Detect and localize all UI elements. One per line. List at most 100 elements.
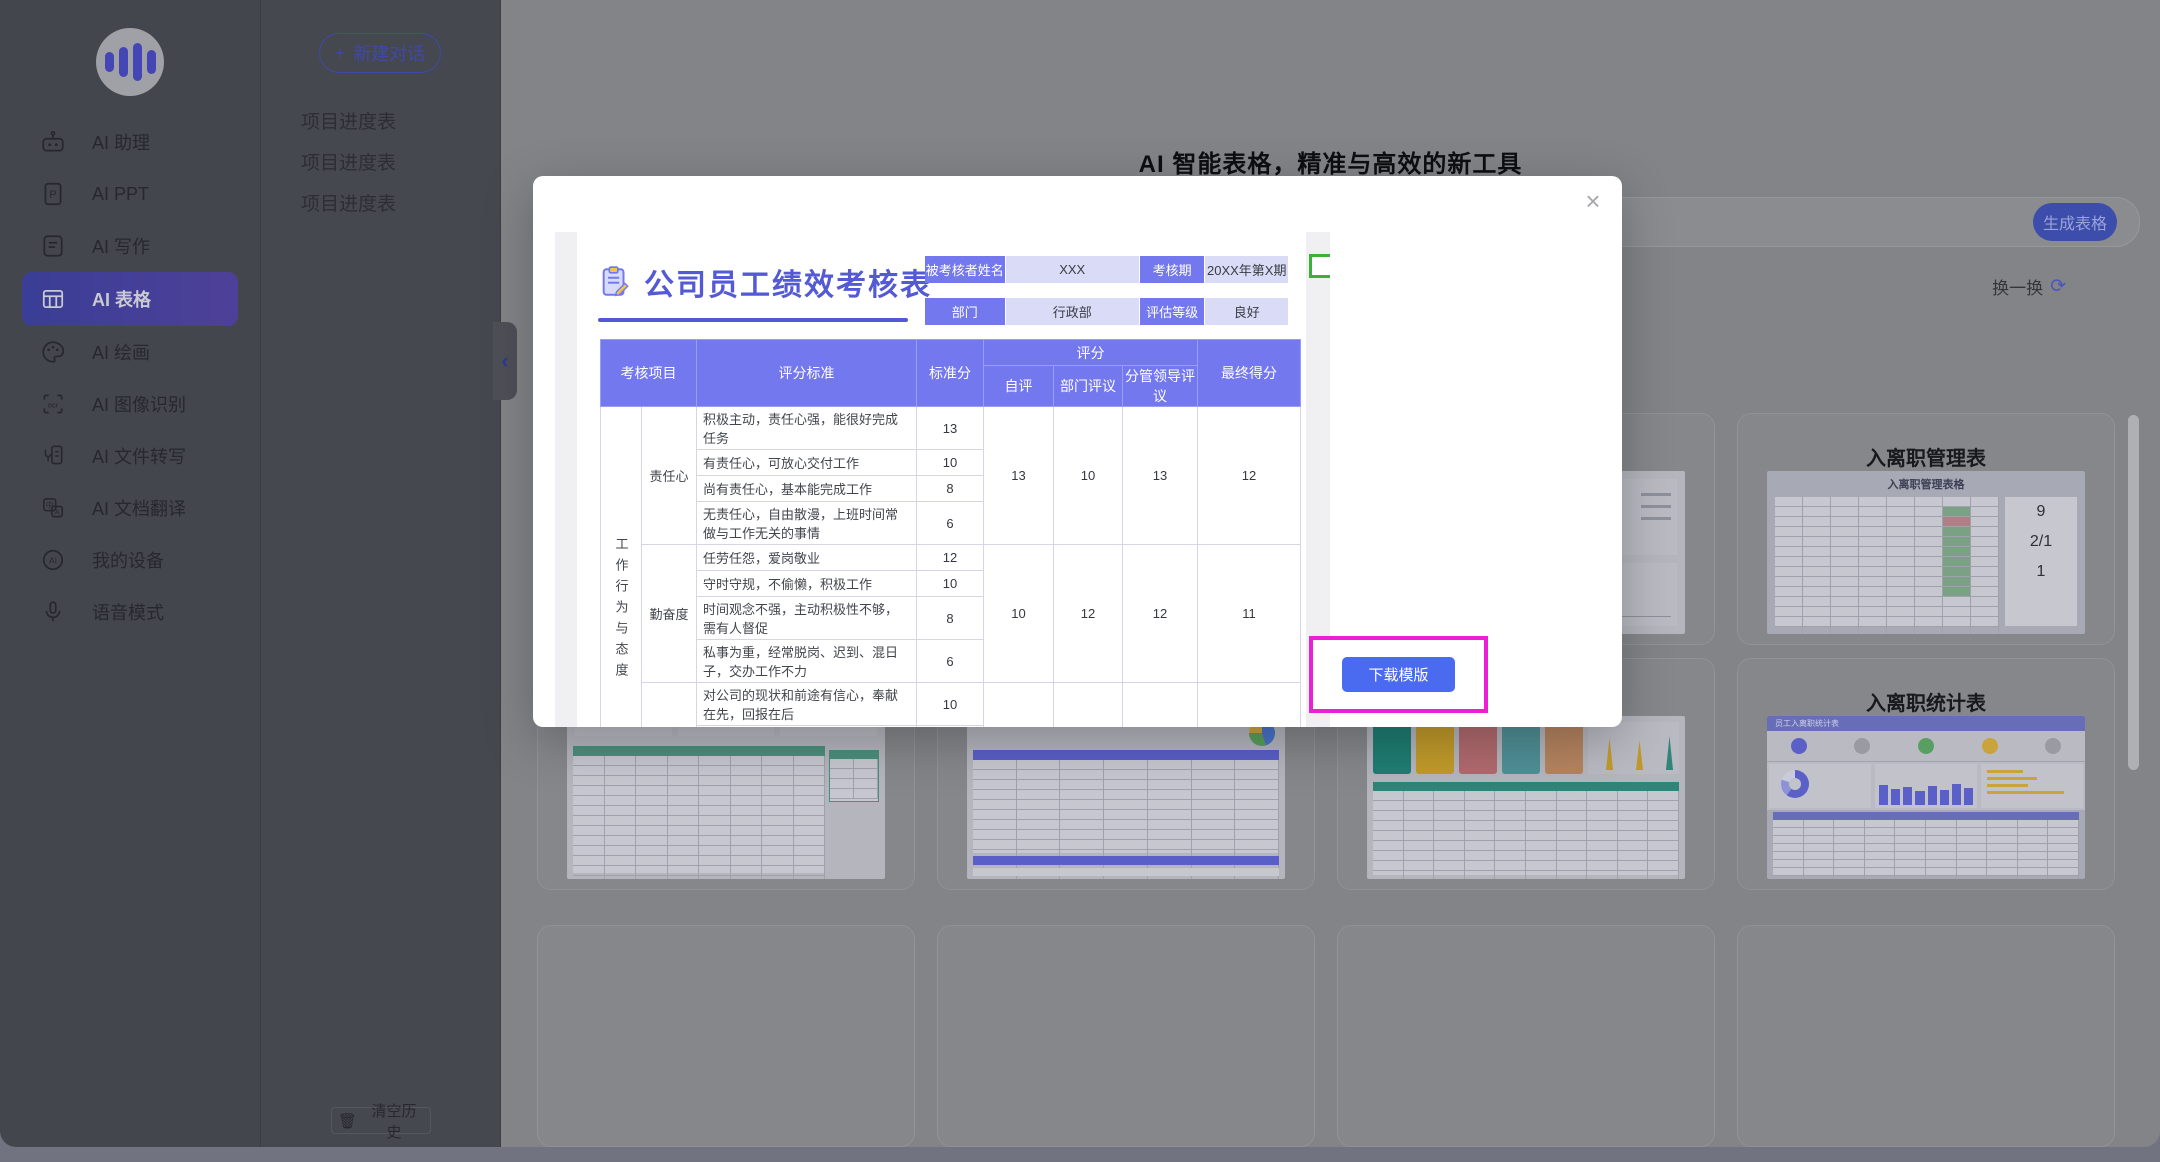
performance-table: 考核项目评分标准标准分评分最终得分自评部门评议分管领导评议工作行为与态度责任心积… [600, 339, 1300, 727]
svg-text:ocr: ocr [48, 400, 59, 409]
criteria-cell: 视承担的工作和责任为重，而不仅仅是谋生手段 [697, 726, 917, 728]
clear-history-label: 清空历史 [364, 1100, 424, 1142]
sidebar-item-label: AI 绘画 [92, 339, 150, 365]
thumb-table [1775, 497, 1999, 626]
thumb-charts [1767, 761, 2085, 810]
criteria-cell: 守时守规，不偷懒，积极工作 [697, 571, 917, 597]
criteria-cell: 私事为重，经常脱岗、迟到、混日子，交办工作不力 [697, 640, 917, 683]
table-row: 忠诚度对公司的现状和前途有信心，奉献在先，回报在后10810109 [601, 683, 1301, 726]
card-thumbnail [567, 716, 885, 879]
group-cell: 责任心 [642, 407, 697, 545]
svg-text:AI: AI [49, 555, 57, 565]
info-label-1-0: 部门 [925, 298, 1005, 325]
conversation-item-2[interactable]: 项目进度表 [301, 182, 486, 223]
conversation-item-1[interactable]: 项目进度表 [301, 141, 486, 182]
refresh-icon: ⟳ [2050, 275, 2066, 298]
svg-text:P: P [49, 189, 56, 201]
standard-score-cell: 8 [917, 476, 984, 502]
col-header-score: 评分 [984, 340, 1198, 366]
table-row: 工作行为与态度责任心积极主动，责任心强，能很好完成任务1313101312 [601, 407, 1301, 450]
sidebar-item-0[interactable]: AI 助理 [0, 116, 260, 168]
sidebar-item-2[interactable]: AI 写作 [0, 220, 260, 272]
card-thumbnail [1367, 716, 1685, 879]
thumb-kpi-row [1767, 731, 2085, 761]
sidebar-item-label: AI 写作 [92, 233, 150, 259]
score-cell-2-0: 8 [984, 683, 1054, 728]
plus-icon: + [335, 43, 346, 64]
sidebar-item-8[interactable]: AI我的设备 [0, 534, 260, 586]
template-preview-modal: × 公司员工绩效考核表 被考核者姓名XXX考核期20XX年第X期部门行政部评估等… [533, 176, 1622, 727]
criteria-cell: 任劳任怨，爱岗敬业 [697, 545, 917, 571]
criteria-cell: 无责任心，自由散漫，上班时间常做与工作无关的事情 [697, 502, 917, 545]
writing-icon [40, 233, 66, 259]
table-row: 勤奋度任劳任怨，爱岗敬业1210121211 [601, 545, 1301, 571]
score-cell-0-1: 10 [1054, 407, 1123, 545]
cell-selection-square [1309, 254, 1330, 278]
criteria-cell: 时间观念不强，主动积极性不够，需有人督促 [697, 597, 917, 640]
app-logo-icon [96, 28, 164, 96]
clear-history-button[interactable]: 🗑 清空历史 [331, 1107, 431, 1134]
sidebar-item-3[interactable]: AI 表格 [22, 272, 238, 326]
col-header-criteria: 评分标准 [697, 340, 917, 407]
score-cell-0-2: 13 [1123, 407, 1198, 545]
page-title: AI 智能表格，精准与高效的新工具 [501, 144, 2160, 179]
category-cell: 工作行为与态度 [601, 407, 642, 728]
sidebar-item-4[interactable]: AI 绘画 [0, 326, 260, 378]
col-header-standard: 标准分 [917, 340, 984, 407]
score-cell-1-0: 10 [984, 545, 1054, 683]
close-icon[interactable]: × [1578, 186, 1608, 216]
score-cell-1-2: 12 [1123, 545, 1198, 683]
sidebar-item-6[interactable]: AI 文件转写 [0, 430, 260, 482]
sidebar-item-label: AI 文件转写 [92, 443, 186, 469]
thumb-table [973, 750, 1279, 853]
collapse-panel-handle[interactable]: ‹ [493, 322, 517, 400]
sidebar-item-7[interactable]: 中AAI 文档翻译 [0, 482, 260, 534]
sidebar-item-label: AI PPT [92, 184, 149, 205]
col-header-project: 考核项目 [601, 340, 697, 407]
sidebar-item-label: AI 图像识别 [92, 391, 186, 417]
download-template-button[interactable]: 下载模版 [1342, 657, 1455, 692]
info-label-0-0: 被考核者姓名 [925, 256, 1005, 283]
score-cell-2-1: 10 [1054, 683, 1123, 728]
template-card-2-3[interactable] [1737, 925, 2115, 1147]
robot-icon [40, 129, 66, 155]
thumb-table [1373, 782, 1679, 875]
title-underline [598, 318, 908, 322]
new-chat-button[interactable]: + 新建对话 [319, 33, 441, 73]
template-card-0-3[interactable]: 入离职管理表入离职管理表格92/11 [1737, 413, 2115, 645]
score-cell-0-3: 12 [1198, 407, 1301, 545]
criteria-cell: 积极主动，责任心强，能很好完成任务 [697, 407, 917, 450]
conversation-panel: + 新建对话 项目进度表项目进度表项目进度表 🗑 清空历史 [261, 0, 501, 1147]
sidebar-item-5[interactable]: ocr AI 图像识别 [0, 378, 260, 430]
template-card-1-3[interactable]: 入离职统计表员工入离职统计表 [1737, 658, 2115, 890]
standard-score-cell: 12 [917, 545, 984, 571]
score-cell-1-3: 11 [1198, 545, 1301, 683]
info-value-1-1: 行政部 [1006, 298, 1139, 325]
sidebar-menu: AI 助理 P AI PPT AI 写作 AI 表格 AI 绘画 ocr AI 图像识别 AI … [0, 116, 260, 638]
translate-icon: 中A [40, 495, 66, 521]
criteria-cell: 有责任心，可放心交付工作 [697, 450, 917, 476]
clipboard-icon [598, 265, 632, 299]
standard-score-cell: 10 [917, 450, 984, 476]
info-value-0-1: XXX [1006, 256, 1139, 283]
card-thumbnail [967, 716, 1285, 879]
template-card-2-2[interactable] [1337, 925, 1715, 1147]
conversation-item-0[interactable]: 项目进度表 [301, 100, 486, 141]
sidebar-item-1[interactable]: P AI PPT [0, 168, 260, 220]
score-cell-2-2: 10 [1123, 683, 1198, 728]
thumb-dashboard-title: 员工入离职统计表 [1767, 716, 2085, 731]
standard-score-cell: 8 [917, 597, 984, 640]
standard-score-cell: 8 [917, 726, 984, 728]
sidebar-item-9[interactable]: 语音模式 [0, 586, 260, 638]
device-icon: AI [40, 547, 66, 573]
scrollbar-thumb[interactable] [2128, 415, 2139, 770]
sheet-title: 公司员工绩效考核表 [644, 260, 932, 304]
template-card-2-0[interactable] [537, 925, 915, 1147]
template-card-2-1[interactable] [937, 925, 1315, 1147]
info-label-1-2: 评估等级 [1140, 298, 1205, 325]
thumb-side-table [829, 750, 879, 802]
generate-table-button[interactable]: 生成表格 [2033, 203, 2117, 241]
svg-text:A: A [55, 507, 61, 516]
standard-score-cell: 13 [917, 407, 984, 450]
shuffle-templates[interactable]: 换一换 ⟳ [1992, 274, 2066, 299]
